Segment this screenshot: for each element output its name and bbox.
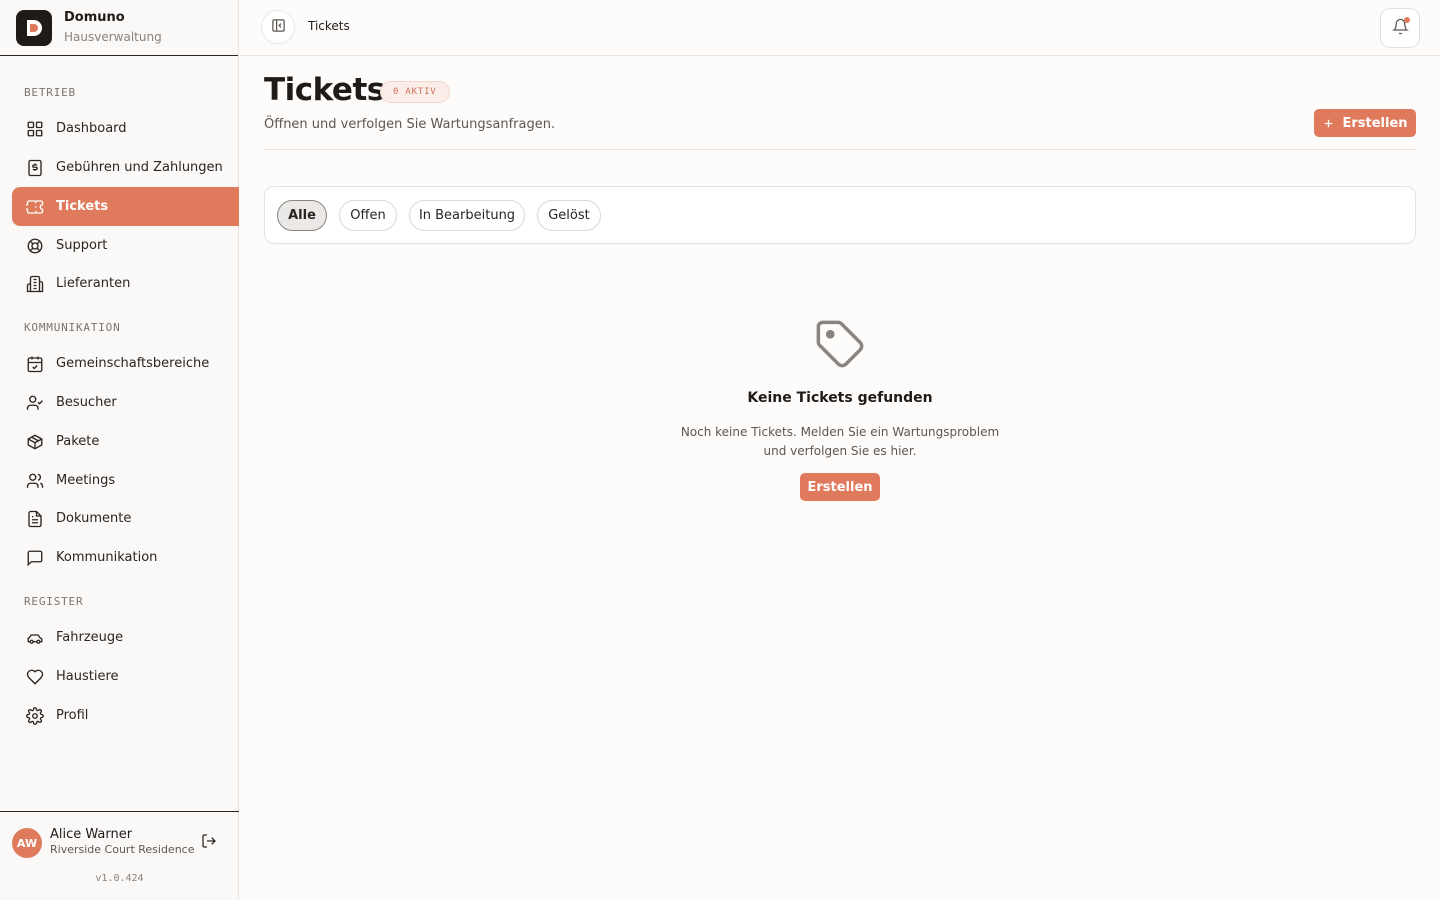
sidebar-item-label: Fahrzeuge xyxy=(56,630,124,645)
user-check-icon xyxy=(24,392,46,414)
sidebar-item-label: Besucher xyxy=(56,395,117,410)
sidebar: Domuno Hausverwaltung BETRIEB Dashboard … xyxy=(0,0,239,900)
car-icon xyxy=(24,627,46,649)
sidebar-item-lieferanten[interactable]: Lieferanten xyxy=(12,264,239,303)
notification-dot xyxy=(1404,17,1410,23)
section-label-betrieb: BETRIEB xyxy=(24,86,76,99)
plus-icon xyxy=(1322,117,1335,130)
page-subtitle: Öffnen und verfolgen Sie Wartungsanfrage… xyxy=(264,117,556,132)
brand-header[interactable]: Domuno Hausverwaltung xyxy=(0,0,238,56)
sidebar-item-support[interactable]: Support xyxy=(12,226,239,265)
sidebar-item-label: Dokumente xyxy=(56,511,132,526)
breadcrumb: Tickets xyxy=(308,19,350,33)
dollar-receipt-icon xyxy=(24,157,46,179)
sidebar-item-label: Meetings xyxy=(56,473,116,488)
avatar[interactable]: AW xyxy=(12,828,42,858)
sidebar-item-label: Pakete xyxy=(56,434,100,449)
user-residence: Riverside Court Residence xyxy=(50,843,195,856)
document-icon xyxy=(24,508,46,530)
sidebar-item-meetings[interactable]: Meetings xyxy=(12,461,239,500)
gear-icon xyxy=(24,705,46,727)
user-name: Alice Warner xyxy=(50,827,133,842)
logout-icon xyxy=(201,833,217,853)
panel-left-close-icon xyxy=(271,18,286,37)
sidebar-item-label: Dashboard xyxy=(56,121,127,136)
tag-icon xyxy=(814,318,866,370)
users-icon xyxy=(24,470,46,492)
ticket-icon xyxy=(24,196,46,218)
message-square-icon xyxy=(24,547,46,569)
sidebar-item-pakete[interactable]: Pakete xyxy=(12,422,239,461)
sidebar-item-label: Tickets xyxy=(56,199,109,214)
sidebar-item-profil[interactable]: Profil xyxy=(12,696,239,735)
sidebar-item-label: Lieferanten xyxy=(56,276,131,291)
grid-icon xyxy=(24,118,46,140)
topbar: Tickets xyxy=(240,0,1440,56)
sidebar-item-label: Profil xyxy=(56,708,89,723)
sidebar-item-dashboard[interactable]: Dashboard xyxy=(12,109,239,148)
section-label-register: REGISTER xyxy=(24,595,84,608)
package-icon xyxy=(24,431,46,453)
sidebar-item-dokumente[interactable]: Dokumente xyxy=(12,499,239,538)
sidebar-item-gemeinschaftsbereiche[interactable]: Gemeinschaftsbereiche xyxy=(12,344,239,383)
page-title: Tickets xyxy=(264,72,385,108)
notifications-button[interactable] xyxy=(1380,8,1420,48)
lifebuoy-icon xyxy=(24,235,46,257)
logout-button[interactable] xyxy=(198,832,220,854)
sidebar-item-label: Kommunikation xyxy=(56,550,158,565)
sidebar-item-besucher[interactable]: Besucher xyxy=(12,383,239,422)
create-ticket-button[interactable]: Erstellen xyxy=(1314,109,1416,137)
create-ticket-label: Erstellen xyxy=(1342,115,1408,131)
sidebar-item-fahrzeuge[interactable]: Fahrzeuge xyxy=(12,618,239,657)
empty-state-title: Keine Tickets gefunden xyxy=(747,390,933,406)
sidebar-item-label: Support xyxy=(56,238,108,253)
sidebar-item-label: Haustiere xyxy=(56,669,119,684)
empty-state-text-line-1: Noch keine Tickets. Melden Sie ein Wartu… xyxy=(680,425,1000,439)
app-version: v1.0.424 xyxy=(95,873,144,884)
sidebar-item-gebuehren[interactable]: Gebühren und Zahlungen xyxy=(12,148,239,187)
brand-subtitle: Hausverwaltung xyxy=(64,30,162,44)
calendar-check-icon xyxy=(24,353,46,375)
filter-chip-alle[interactable]: Alle xyxy=(277,200,327,231)
filter-chip-offen[interactable]: Offen xyxy=(339,200,397,231)
sidebar-item-kommunikation[interactable]: Kommunikation xyxy=(12,538,239,577)
filter-chip-in-bearbeitung[interactable]: In Bearbeitung xyxy=(409,200,525,231)
empty-state-text: Noch keine Tickets. Melden Sie ein Wartu… xyxy=(640,423,1040,461)
empty-state-text-line-2: und verfolgen Sie es hier. xyxy=(763,444,917,458)
empty-state-create-button[interactable]: Erstellen xyxy=(800,473,880,501)
filter-chip-geloest[interactable]: Gelöst xyxy=(537,200,601,231)
building-icon xyxy=(24,273,46,295)
sidebar-item-haustiere[interactable]: Haustiere xyxy=(12,657,239,696)
user-block: AW Alice Warner Riverside Court Residenc… xyxy=(0,811,239,900)
sidebar-toggle-button[interactable] xyxy=(261,10,295,44)
header-divider xyxy=(264,149,1416,150)
brand-name: Domuno xyxy=(64,10,125,25)
status-badge: 0 AKTIV xyxy=(380,81,450,103)
heart-icon xyxy=(24,666,46,688)
filter-bar: Alle Offen In Bearbeitung Gelöst xyxy=(264,186,1416,244)
brand-logo xyxy=(16,9,52,46)
section-label-kommunikation: KOMMUNIKATION xyxy=(24,321,121,334)
sidebar-item-tickets[interactable]: Tickets xyxy=(12,187,239,226)
sidebar-item-label: Gebühren und Zahlungen xyxy=(56,160,223,175)
sidebar-item-label: Gemeinschaftsbereiche xyxy=(56,356,210,371)
